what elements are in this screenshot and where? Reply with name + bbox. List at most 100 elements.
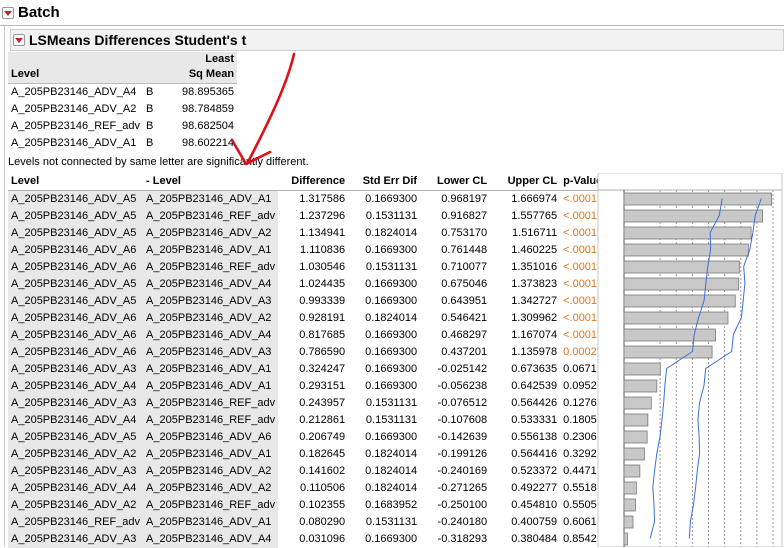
difference-cell: 1.030546 xyxy=(299,261,346,273)
difference-bar xyxy=(623,498,636,512)
difference-cell: 0.212861 xyxy=(299,414,346,426)
difference-bar xyxy=(623,209,763,223)
table-row: A_205PB23146_ADV_A5 A_205PB23146_REF_adv 1… xyxy=(8,208,612,225)
level-cell: A_205PB23146_ADV_A2 xyxy=(11,103,137,115)
level-header: Level xyxy=(8,66,144,84)
difference-bar xyxy=(623,294,736,308)
difference-bar xyxy=(623,345,713,359)
minus-level-cell: A_205PB23146_ADV_A1 xyxy=(143,361,279,378)
difference-cell: 0.786590 xyxy=(299,346,346,358)
table-row: A_205PB23146_ADV_A6 A_205PB23146_ADV_A2 0.… xyxy=(8,310,612,327)
difference-bar xyxy=(623,379,658,393)
lower-cl-cell: -0.199126 xyxy=(437,448,488,460)
col-header-difference[interactable]: Difference xyxy=(278,173,349,191)
upper-cl-cell: 0.564416 xyxy=(511,448,558,460)
std-err-cell: 0.1669300 xyxy=(365,346,418,358)
level-cell: A_205PB23146_ADV_A4 xyxy=(8,378,144,395)
difference-cell: 0.243957 xyxy=(299,397,346,409)
mean-cell: 98.784859 xyxy=(182,103,235,115)
minus-level-cell: A_205PB23146_ADV_A2 xyxy=(143,225,279,242)
level-cell: A_205PB23146_ADV_A6 xyxy=(8,310,144,327)
lower-cl-cell: 0.546421 xyxy=(441,312,488,324)
table-row: A_205PB23146_ADV_A4 A_205PB23146_ADV_A2 0.… xyxy=(8,480,612,497)
connecting-letters-table: Least Level Sq Mean A_205PB23146_ADV_A4 B… xyxy=(8,52,238,152)
std-err-cell: 0.1669300 xyxy=(365,380,418,392)
difference-cell: 0.102355 xyxy=(299,499,346,511)
minus-level-cell: A_205PB23146_ADV_A3 xyxy=(143,344,279,361)
level-cell: A_205PB23146_ADV_A2 xyxy=(8,446,144,463)
upper-cl-cell: 1.557765 xyxy=(511,210,558,222)
col-header-minus-level[interactable]: - Level xyxy=(143,173,279,191)
level-cell: A_205PB23146_ADV_A3 xyxy=(8,361,144,378)
minus-level-cell: A_205PB23146_ADV_A1 xyxy=(143,514,279,531)
lower-cl-cell: -0.318293 xyxy=(437,533,488,545)
upper-cl-cell: 1.342727 xyxy=(511,295,558,307)
red-triangle-icon[interactable] xyxy=(2,6,14,19)
level-cell: A_205PB23146_ADV_A2 xyxy=(8,497,144,514)
difference-cell: 0.293151 xyxy=(299,380,346,392)
lower-cl-cell: 0.968197 xyxy=(441,193,488,205)
level-cell: A_205PB23146_ADV_A5 xyxy=(8,225,144,242)
upper-cl-cell: 1.135978 xyxy=(511,346,558,358)
level-cell: A_205PB23146_ADV_A4 xyxy=(8,480,144,497)
col-header-lower-cl[interactable]: Lower CL xyxy=(420,173,491,191)
table-row: A_205PB23146_ADV_A6 A_205PB23146_ADV_A1 1.… xyxy=(8,242,612,259)
std-err-cell: 0.1669300 xyxy=(365,363,418,375)
upper-cl-cell: 1.666974 xyxy=(511,193,558,205)
std-err-cell: 0.1824014 xyxy=(365,312,418,324)
std-err-cell: 0.1531131 xyxy=(365,414,418,426)
red-triangle-icon[interactable] xyxy=(13,34,25,46)
level-cell: A_205PB23146_ADV_A6 xyxy=(8,344,144,361)
table-row: A_205PB23146_ADV_A6 A_205PB23146_ADV_A3 0.… xyxy=(8,344,612,361)
std-err-cell: 0.1824014 xyxy=(365,227,418,239)
table-row: A_205PB23146_ADV_A2 B 98.784859 xyxy=(8,101,237,118)
minus-level-cell: A_205PB23146_ADV_A2 xyxy=(143,463,279,480)
difference-bar xyxy=(623,311,729,325)
letter-cell: B xyxy=(146,86,154,98)
level-cell: A_205PB23146_ADV_A1 xyxy=(11,137,137,149)
difference-bar xyxy=(623,243,749,257)
lsmeans-title: LSMeans Differences Student's t xyxy=(29,32,247,48)
minus-level-cell: A_205PB23146_REF_adv xyxy=(143,497,279,514)
upper-cl-cell: 1.309962 xyxy=(511,312,558,324)
difference-bar xyxy=(623,396,652,410)
lower-cl-cell: -0.240169 xyxy=(437,465,488,477)
mean-cell: 98.602214 xyxy=(182,137,235,149)
minus-level-cell: A_205PB23146_REF_adv xyxy=(143,395,279,412)
table-row: A_205PB23146_ADV_A3 A_205PB23146_ADV_A4 0.… xyxy=(8,531,612,548)
upper-cl-cell: 1.351016 xyxy=(511,261,558,273)
batch-title: Batch xyxy=(18,4,60,21)
table-row: A_205PB23146_ADV_A5 A_205PB23146_ADV_A3 0.… xyxy=(8,293,612,310)
minus-level-cell: A_205PB23146_ADV_A1 xyxy=(143,446,279,463)
difference-bar xyxy=(623,515,634,529)
lower-cl-cell: -0.056238 xyxy=(437,380,488,392)
difference-cell: 1.110836 xyxy=(300,244,346,256)
level-cell: A_205PB23146_ADV_A6 xyxy=(8,259,144,276)
lsmeans-outline-header[interactable]: LSMeans Differences Student's t xyxy=(10,29,784,51)
upper-cl-cell: 1.373823 xyxy=(511,278,558,290)
difference-bar xyxy=(623,447,645,461)
table-row: A_205PB23146_ADV_A4 B 98.895365 xyxy=(8,84,237,102)
table-row: A_205PB23146_ADV_A3 A_205PB23146_ADV_A1 0.… xyxy=(8,361,612,378)
std-err-cell: 0.1669300 xyxy=(365,278,418,290)
lower-cl-cell: -0.107608 xyxy=(437,414,488,426)
upper-cl-cell: 0.454810 xyxy=(511,499,558,511)
difference-bar xyxy=(623,226,752,240)
difference-cell: 0.206749 xyxy=(299,431,346,443)
letter-header-top xyxy=(143,52,158,66)
mean-cell: 98.682504 xyxy=(182,120,235,132)
col-header-upper-cl[interactable]: Upper CL xyxy=(490,173,561,191)
minus-level-cell: A_205PB23146_ADV_A6 xyxy=(143,429,279,446)
level-cell: A_205PB23146_ADV_A6 xyxy=(8,327,144,344)
lower-cl-cell: -0.250100 xyxy=(437,499,488,511)
batch-outline-header[interactable]: Batch xyxy=(0,0,784,26)
table-row: A_205PB23146_ADV_A5 A_205PB23146_ADV_A2 1.… xyxy=(8,225,612,242)
col-header-level[interactable]: Level xyxy=(8,173,144,191)
col-header-std-err-dif[interactable]: Std Err Dif xyxy=(348,173,421,191)
upper-cl-cell: 0.533331 xyxy=(511,414,558,426)
std-err-cell: 0.1683952 xyxy=(365,499,418,511)
difference-cell: 0.080290 xyxy=(299,516,346,528)
level-cell: A_205PB23146_ADV_A6 xyxy=(8,242,144,259)
upper-cl-cell: 0.492277 xyxy=(511,482,558,494)
minus-level-cell: A_205PB23146_REF_adv xyxy=(143,208,279,225)
